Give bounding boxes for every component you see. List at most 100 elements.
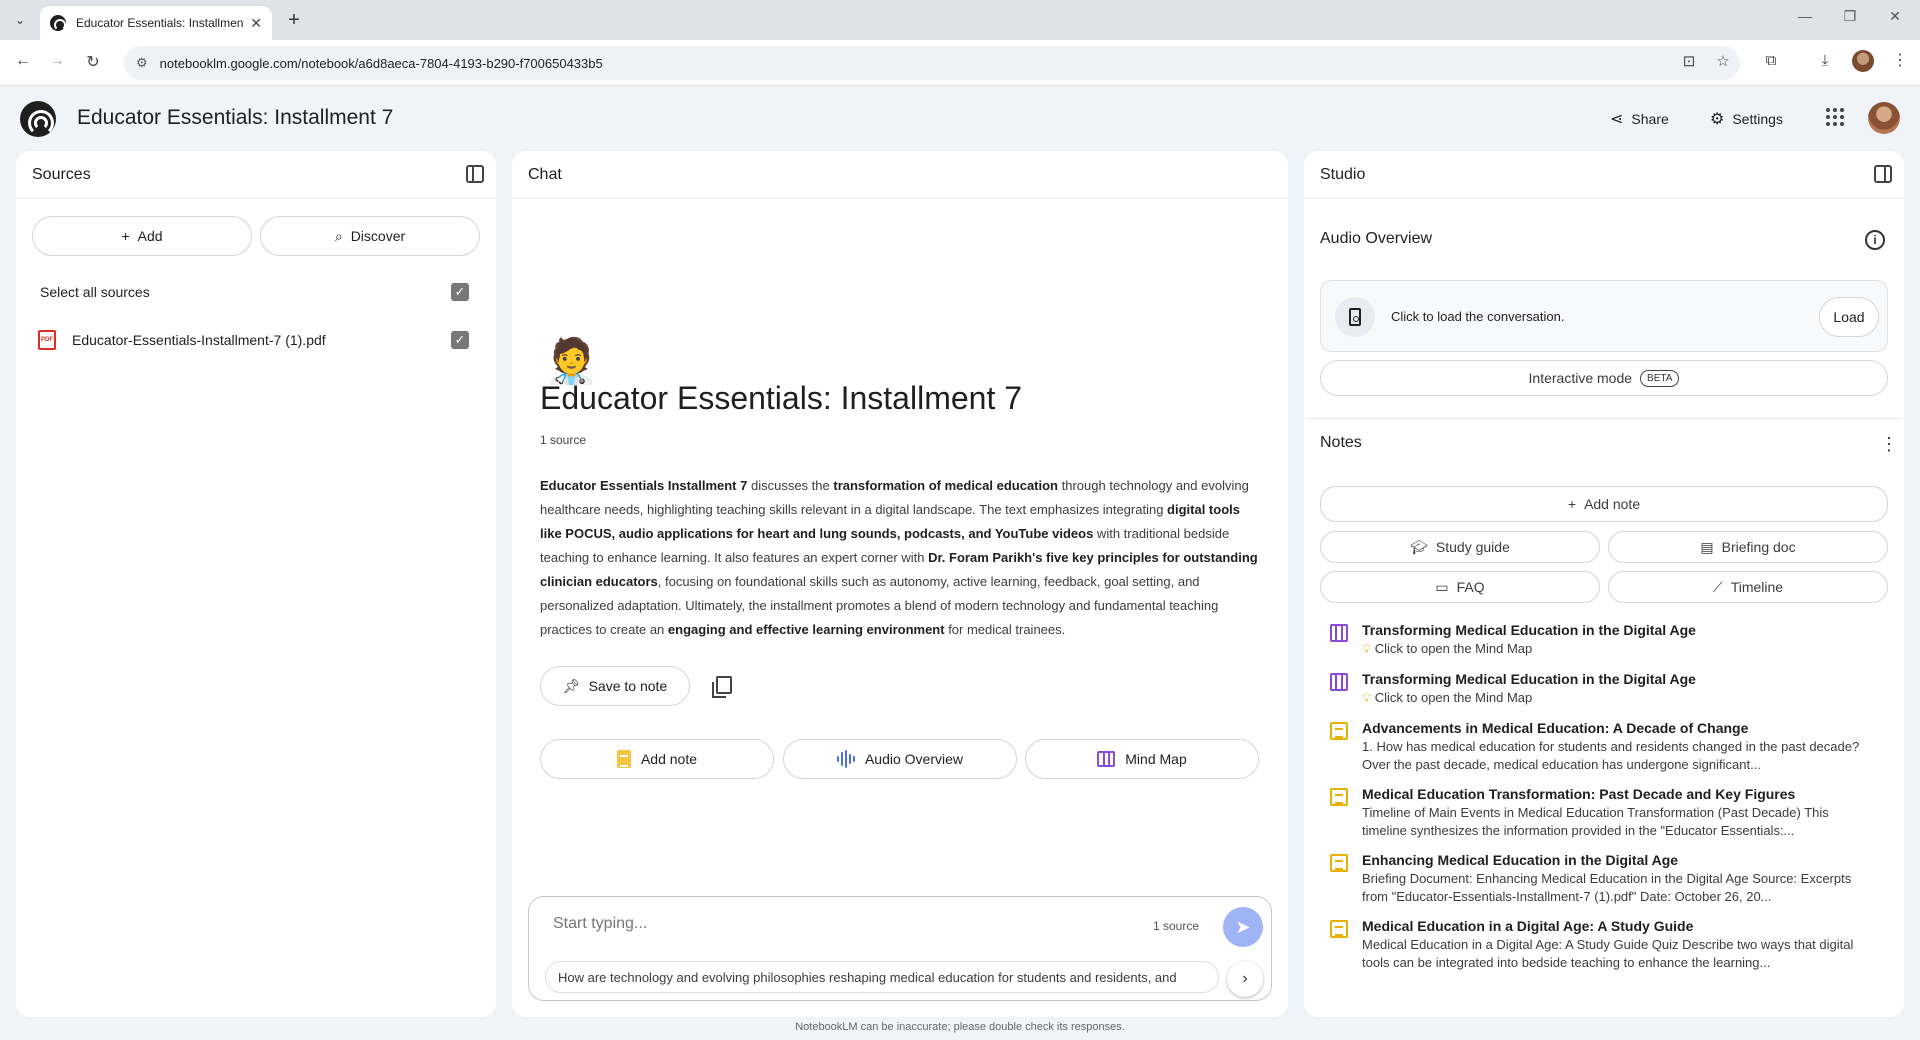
- add-note-action-label: Add note: [640, 751, 698, 767]
- studio-add-note-label: Add note: [1584, 496, 1641, 512]
- share-icon: ⋖: [1610, 111, 1624, 128]
- sources-panel: Sources + Add ⌕ Discover Select all sour…: [16, 151, 496, 1017]
- faq-button[interactable]: ▭ FAQ: [1320, 571, 1600, 603]
- save-to-note-label: Save to note: [588, 678, 668, 694]
- add-note-action-button[interactable]: Add note: [540, 739, 774, 779]
- audio-card-text: Click to load the conversation.: [1391, 309, 1565, 324]
- url-text[interactable]: notebooklm.google.com/notebook/a6d8aeca-…: [160, 56, 603, 71]
- browser-tab[interactable]: Educator Essentials: Installment 7 ✕: [40, 6, 272, 40]
- restore-icon[interactable]: ❐: [1835, 8, 1865, 25]
- browser-profile-avatar[interactable]: [1852, 50, 1874, 72]
- browser-tab-bar: ⌄ Educator Essentials: Installment 7 ✕ +…: [0, 0, 1920, 40]
- settings-label: Settings: [1732, 111, 1783, 127]
- briefing-doc-button[interactable]: ▤ Briefing doc: [1608, 531, 1888, 563]
- reload-icon[interactable]: ↻: [82, 52, 104, 72]
- select-all-row: Select all sources ✓: [16, 278, 496, 306]
- notebook-source-count: 1 source: [540, 433, 587, 447]
- pdf-icon: PDF: [38, 330, 56, 350]
- account-avatar[interactable]: [1868, 102, 1900, 134]
- note-doc-icon: [1330, 920, 1348, 938]
- note-doc-icon: [616, 750, 631, 768]
- browser-menu-icon[interactable]: ⋮: [1892, 50, 1908, 70]
- notebook-title: Educator Essentials: Installment 7: [540, 380, 1023, 416]
- audio-overview-action-button[interactable]: Audio Overview: [783, 739, 1017, 779]
- studio-divider: [1306, 418, 1902, 419]
- note-description: Timeline of Main Events in Medical Educa…: [1362, 805, 1829, 838]
- minimize-icon[interactable]: —: [1790, 8, 1820, 24]
- close-window-icon[interactable]: ✕: [1880, 8, 1910, 25]
- collapse-studio-icon[interactable]: [1874, 165, 1892, 183]
- sources-header: Sources: [16, 151, 496, 199]
- notebooklm-logo-icon[interactable]: [20, 101, 56, 137]
- note-title[interactable]: Medical Education in a Digital Age: A St…: [1362, 918, 1693, 934]
- audio-overview-heading: Audio Overview: [1320, 230, 1433, 247]
- new-tab-icon[interactable]: +: [282, 8, 306, 32]
- note-title[interactable]: Transforming Medical Education in the Di…: [1362, 622, 1696, 638]
- interactive-mode-button[interactable]: Interactive mode BETA: [1320, 360, 1888, 396]
- source-name[interactable]: Educator-Essentials-Installment-7 (1).pd…: [72, 332, 326, 348]
- notebook-emoji: 🧑‍⚕️: [544, 337, 599, 386]
- note-title[interactable]: Advancements in Medical Education: A Dec…: [1362, 720, 1748, 736]
- back-icon[interactable]: ←: [12, 52, 34, 70]
- install-app-icon[interactable]: ⊡: [1678, 52, 1700, 70]
- load-button[interactable]: Load: [1819, 297, 1879, 337]
- note-title[interactable]: Transforming Medical Education in the Di…: [1362, 671, 1696, 687]
- mind-map-icon: [1330, 624, 1348, 642]
- plus-icon: +: [121, 228, 130, 244]
- interactive-mode-label: Interactive mode: [1528, 370, 1633, 386]
- study-guide-button[interactable]: 🎓︎ Study guide: [1320, 531, 1600, 563]
- note-title[interactable]: Medical Education Transformation: Past D…: [1362, 786, 1795, 802]
- note-description: 💡︎ Click to open the Mind Map: [1362, 690, 1533, 705]
- select-all-label: Select all sources: [40, 284, 150, 300]
- timeline-label: Timeline: [1730, 579, 1784, 595]
- tab-search-icon[interactable]: ⌄: [8, 8, 32, 32]
- collapse-sources-icon[interactable]: [466, 165, 484, 183]
- info-icon[interactable]: i: [1865, 230, 1885, 250]
- sources-title: Sources: [32, 165, 91, 183]
- omnibox[interactable]: ⚙ notebooklm.google.com/notebook/a6d8aec…: [124, 46, 1740, 80]
- notebook-summary: Educator Essentials Installment 7 discus…: [540, 474, 1260, 642]
- address-bar: ← → ↻ ⚙ notebooklm.google.com/notebook/a…: [0, 40, 1920, 86]
- discover-label: Discover: [350, 228, 406, 244]
- timeline-button[interactable]: ⟋ Timeline: [1608, 571, 1888, 603]
- send-icon: ➤: [1235, 916, 1251, 937]
- mind-map-action-label: Mind Map: [1125, 751, 1187, 767]
- suggested-question[interactable]: How are technology and evolving philosop…: [545, 961, 1219, 993]
- send-button[interactable]: ➤: [1223, 907, 1263, 947]
- site-info-icon[interactable]: ⚙: [136, 55, 148, 71]
- speaker-icon: [1335, 297, 1375, 337]
- studio-add-note-button[interactable]: + Add note: [1320, 486, 1888, 522]
- note-description: 1. How has medical education for student…: [1362, 739, 1860, 772]
- google-apps-icon[interactable]: [1826, 108, 1844, 126]
- next-suggestion-button[interactable]: ›: [1227, 961, 1263, 997]
- close-tab-icon[interactable]: ✕: [250, 15, 262, 32]
- timeline-icon: ⟋: [1712, 578, 1723, 595]
- page-title[interactable]: Educator Essentials: Installment 7: [77, 106, 393, 130]
- mind-map-action-button[interactable]: Mind Map: [1025, 739, 1259, 779]
- chat-input-placeholder[interactable]: Start typing...: [553, 915, 647, 933]
- audio-overview-card: Click to load the conversation. Load: [1320, 280, 1888, 352]
- note-description: 💡︎ Click to open the Mind Map: [1362, 641, 1533, 656]
- notes-heading: Notes: [1320, 434, 1362, 451]
- source-item[interactable]: PDF Educator-Essentials-Installment-7 (1…: [16, 326, 496, 354]
- add-source-label: Add: [137, 228, 163, 244]
- forward-icon[interactable]: →: [46, 52, 68, 70]
- source-checkbox[interactable]: ✓: [451, 331, 469, 349]
- summary-segment: discusses the: [747, 478, 834, 493]
- note-title[interactable]: Enhancing Medical Education in the Digit…: [1362, 852, 1678, 868]
- download-icon[interactable]: ⤓: [1814, 52, 1836, 69]
- select-all-checkbox[interactable]: ✓: [451, 283, 469, 301]
- briefing-doc-icon: ▤: [1700, 538, 1714, 555]
- bookmark-star-icon[interactable]: ☆: [1712, 52, 1734, 70]
- save-to-note-button[interactable]: 📌︎ Save to note: [540, 666, 690, 706]
- discover-button[interactable]: ⌕ Discover: [260, 216, 480, 256]
- settings-button[interactable]: ⚙ Settings: [1710, 104, 1783, 134]
- share-button[interactable]: ⋖ Share: [1610, 104, 1669, 134]
- notes-more-icon[interactable]: ⋮: [1880, 434, 1898, 455]
- graduation-cap-icon: 🎓︎: [1410, 538, 1428, 555]
- extensions-icon[interactable]: ⧉: [1760, 52, 1782, 69]
- lightbulb-icon: 💡︎: [1362, 641, 1372, 656]
- chat-input-box[interactable]: Start typing... 1 source ➤ How are techn…: [528, 896, 1272, 1001]
- copy-icon[interactable]: [712, 676, 732, 698]
- add-source-button[interactable]: + Add: [32, 216, 252, 256]
